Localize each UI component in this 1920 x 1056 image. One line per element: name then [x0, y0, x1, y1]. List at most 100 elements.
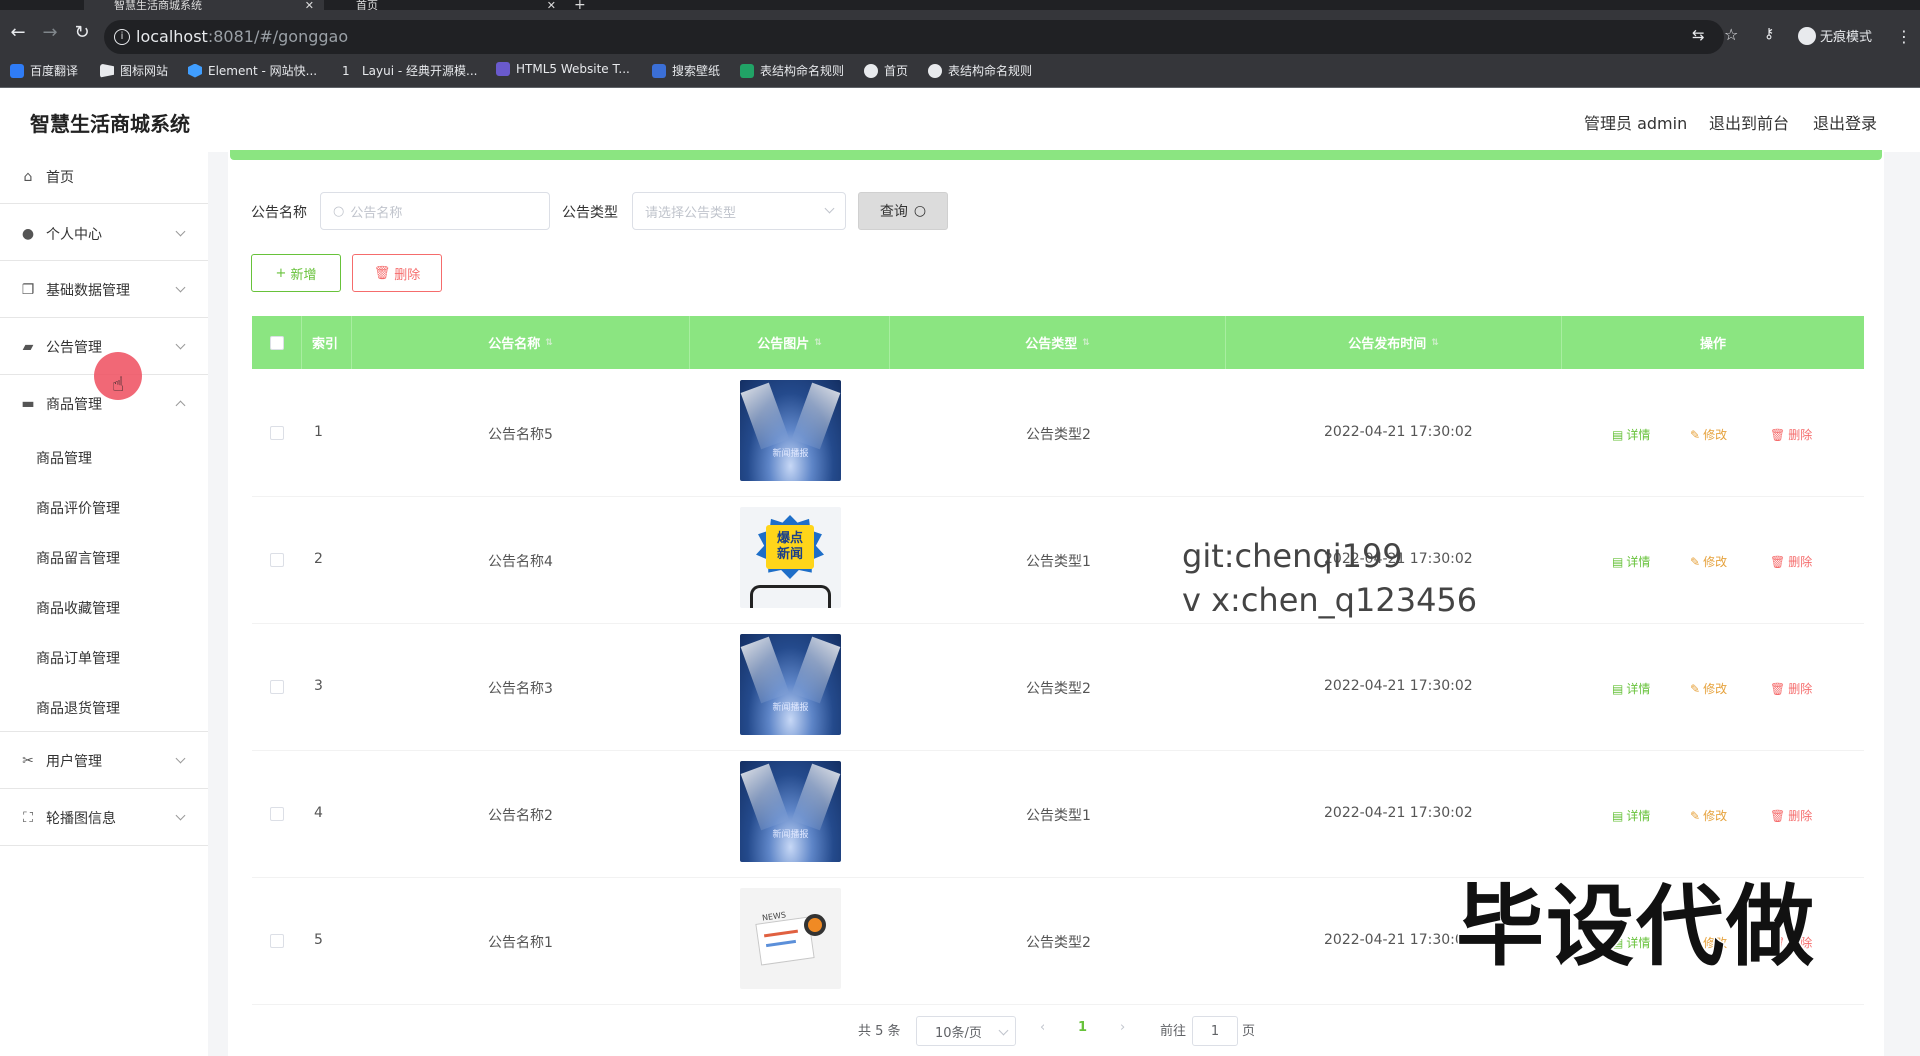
- news-image[interactable]: NEWS: [740, 888, 841, 989]
- user-icon: ●: [21, 226, 35, 242]
- sidebar-subitem-goods[interactable]: 商品管理: [36, 448, 92, 468]
- row-time: 2022-04-21 17:30:02: [1324, 805, 1473, 821]
- edit-button[interactable]: ✎ 修改: [1690, 807, 1727, 824]
- row-time: 2022-04-21 17:30:02: [1324, 678, 1473, 694]
- row-checkbox[interactable]: [270, 680, 284, 694]
- sidebar-item-carousel[interactable]: ⛶ 轮播图信息: [0, 790, 208, 846]
- row-index: 2: [314, 551, 323, 567]
- sidebar-divider: [0, 203, 208, 204]
- column-image[interactable]: 公告图片 ⇅: [690, 316, 890, 369]
- column-type[interactable]: 公告类型 ⇅: [890, 316, 1226, 369]
- key-icon[interactable]: ⚷: [1764, 26, 1774, 42]
- row-checkbox[interactable]: [270, 426, 284, 440]
- forward-icon[interactable]: →: [40, 23, 60, 43]
- star-icon[interactable]: ☆: [1724, 25, 1738, 44]
- edit-icon: ✎: [1690, 554, 1701, 569]
- page-number-current[interactable]: 1: [1078, 1020, 1087, 1035]
- column-publish-time[interactable]: 公告发布时间 ⇅: [1226, 316, 1562, 369]
- sort-icon[interactable]: ⇅: [545, 338, 553, 348]
- breaking-news-image[interactable]: 爆点 新闻: [740, 507, 841, 608]
- row-name: 公告名称4: [488, 554, 553, 570]
- row-checkbox[interactable]: [270, 553, 284, 567]
- row-type: 公告类型1: [1026, 808, 1091, 824]
- bookmark-item[interactable]: 百度翻译: [10, 62, 78, 79]
- more-menu-icon[interactable]: ⋮: [1896, 27, 1912, 46]
- cut-icon: ✂: [22, 753, 34, 769]
- row-name: 公告名称1: [488, 935, 553, 951]
- sort-icon[interactable]: ⇅: [814, 338, 822, 348]
- exit-to-front-link[interactable]: 退出到前台: [1709, 110, 1789, 134]
- bookmark-item[interactable]: Element - 网站快...: [188, 62, 317, 79]
- sidebar-item-users[interactable]: ✂ 用户管理: [0, 733, 208, 789]
- sidebar-item-label: 基础数据管理: [46, 283, 130, 299]
- sidebar-item-home[interactable]: ⌂ 首页: [0, 149, 208, 205]
- bookmark-item[interactable]: 图标网站: [100, 62, 168, 79]
- edit-button[interactable]: ✎ 修改: [1690, 553, 1727, 570]
- sidebar-item-personal[interactable]: ● 个人中心: [0, 206, 208, 262]
- bookmark-item[interactable]: 表结构命名规则: [740, 62, 844, 79]
- row-checkbox[interactable]: [270, 934, 284, 948]
- search-icon: ○: [913, 203, 927, 219]
- browser-tab[interactable]: 首页 ✕: [326, 0, 566, 12]
- chevron-down-icon: [824, 203, 835, 214]
- delete-button[interactable]: 🗑 删除: [1770, 680, 1812, 697]
- column-name[interactable]: 公告名称 ⇅: [352, 316, 690, 369]
- watermark-line: v x:chen_q123456: [1182, 581, 1478, 619]
- html5-logo-icon: [496, 62, 510, 76]
- bookmark-item[interactable]: 首页: [864, 62, 908, 79]
- detail-button[interactable]: ▤ 详情: [1612, 426, 1650, 443]
- sidebar-subitem-goods-order[interactable]: 商品订单管理: [36, 648, 120, 668]
- logout-link[interactable]: 退出登录: [1813, 110, 1877, 134]
- detail-button[interactable]: ▤ 详情: [1612, 807, 1650, 824]
- trash-icon: 🗑: [373, 265, 391, 281]
- name-search-input[interactable]: ○ 公告名称: [320, 192, 550, 230]
- type-select[interactable]: 请选择公告类型: [632, 192, 846, 230]
- bookmark-item[interactable]: HTML5 Website T...: [496, 62, 630, 76]
- edit-button[interactable]: ✎ 修改: [1690, 426, 1727, 443]
- new-tab-icon[interactable]: +: [574, 0, 594, 13]
- edit-button[interactable]: ✎ 修改: [1690, 680, 1727, 697]
- url-text[interactable]: localhost:8081/#/gonggao: [136, 27, 348, 46]
- query-button[interactable]: 查询 ○: [858, 192, 948, 230]
- column-actions: 操作: [1699, 337, 1726, 352]
- delete-button[interactable]: 🗑 删除: [1770, 807, 1812, 824]
- info-icon[interactable]: i: [114, 29, 130, 45]
- spotlight-image[interactable]: 新闻播报: [740, 634, 841, 735]
- spotlight-image[interactable]: 新闻播报: [740, 380, 841, 481]
- incognito-label[interactable]: 无痕模式: [1820, 26, 1872, 45]
- bookmark-item[interactable]: 1 Layui - 经典开源模...: [342, 62, 477, 79]
- translate-icon[interactable]: ⇆: [1692, 26, 1705, 44]
- document-icon: ▤: [1612, 554, 1624, 569]
- select-all-checkbox[interactable]: [269, 335, 284, 350]
- batch-delete-button[interactable]: 🗑 删除: [352, 254, 442, 292]
- back-icon[interactable]: ←: [8, 23, 28, 43]
- goto-page-input[interactable]: 1: [1192, 1016, 1238, 1046]
- prev-page-icon[interactable]: ‹: [1040, 1020, 1045, 1035]
- delete-button[interactable]: 🗑 删除: [1770, 426, 1812, 443]
- sort-icon[interactable]: ⇅: [1431, 338, 1439, 348]
- sidebar-subitem-goods-message[interactable]: 商品留言管理: [36, 548, 120, 568]
- sidebar-item-basic-data[interactable]: ❐ 基础数据管理: [0, 262, 208, 318]
- trash-icon: 🗑: [1770, 427, 1786, 442]
- page-size-select[interactable]: 10条/页: [916, 1016, 1016, 1046]
- detail-button[interactable]: ▤ 详情: [1612, 680, 1650, 697]
- sort-icon[interactable]: ⇅: [1082, 338, 1090, 348]
- sidebar-divider: [0, 731, 208, 732]
- bookmark-item[interactable]: 表结构命名规则: [928, 62, 1032, 79]
- sidebar-divider: [0, 845, 208, 846]
- row-type: 公告类型2: [1026, 935, 1091, 951]
- reload-icon[interactable]: ↻: [72, 23, 92, 43]
- next-page-icon[interactable]: ›: [1120, 1020, 1125, 1035]
- delete-button[interactable]: 🗑 删除: [1770, 553, 1812, 570]
- sidebar-subitem-goods-return[interactable]: 商品退货管理: [36, 698, 120, 718]
- home-icon: ⌂: [23, 169, 33, 185]
- watermark-big: 毕设代做: [1454, 874, 1817, 980]
- add-button[interactable]: + 新增: [251, 254, 341, 292]
- spotlight-image[interactable]: 新闻播报: [740, 761, 841, 862]
- bookmark-item[interactable]: 搜索壁纸: [652, 62, 720, 79]
- browser-tab-active[interactable]: 智慧生活商城系统 ✕: [84, 0, 324, 12]
- row-checkbox[interactable]: [270, 807, 284, 821]
- sidebar-subitem-goods-favorite[interactable]: 商品收藏管理: [36, 598, 120, 618]
- detail-button[interactable]: ▤ 详情: [1612, 553, 1650, 570]
- sidebar-subitem-goods-review[interactable]: 商品评价管理: [36, 498, 120, 518]
